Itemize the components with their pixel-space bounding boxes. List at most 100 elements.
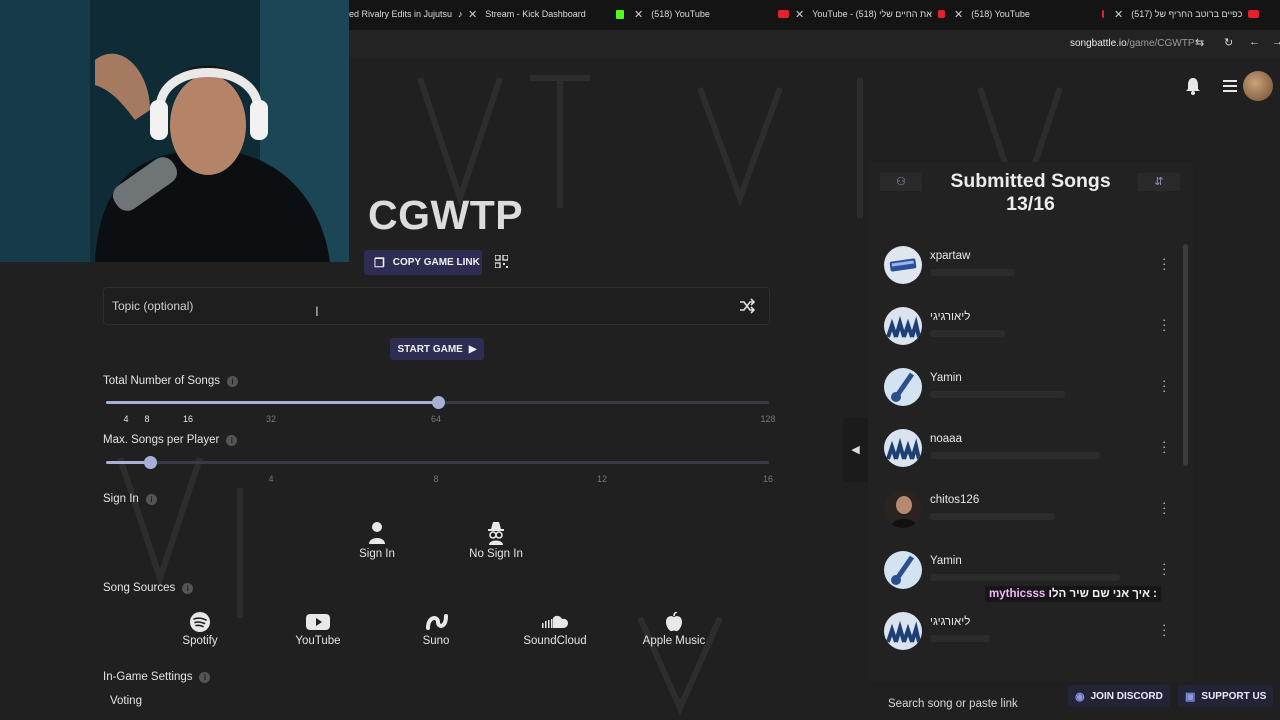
- youtube-icon: [1248, 10, 1260, 18]
- more-options-icon[interactable]: · · ·: [1162, 313, 1166, 336]
- user-avatar[interactable]: [1243, 71, 1273, 101]
- more-options-icon[interactable]: · · ·: [1162, 618, 1166, 641]
- avatar: [884, 246, 922, 284]
- play-icon: ▶: [468, 343, 477, 355]
- sign-in-label-text: Sign In: [103, 493, 139, 505]
- song-sources-label-text: Song Sources: [103, 582, 176, 594]
- more-options-icon[interactable]: · · ·: [1162, 557, 1166, 580]
- forward-icon[interactable]: →: [1272, 36, 1280, 48]
- max-songs-label: Max. Songs per Player i: [103, 434, 238, 446]
- source-spotify[interactable]: Spotify: [155, 612, 245, 647]
- tab-label: (518) YouTube: [651, 9, 710, 19]
- total-songs-slider[interactable]: [106, 396, 769, 409]
- close-icon[interactable]: ✕: [634, 8, 643, 21]
- chat-message: איך אני שם שיר הלו :: [1048, 588, 1157, 600]
- more-options-icon[interactable]: · · ·: [1162, 252, 1166, 275]
- more-options-icon[interactable]: · · ·: [1162, 435, 1166, 458]
- song-placeholder: [930, 269, 1015, 276]
- scrollbar[interactable]: [1183, 244, 1188, 466]
- shuffle-icon[interactable]: [739, 298, 755, 314]
- webcam-overlay: [0, 0, 349, 262]
- source-suno[interactable]: Suno: [391, 612, 481, 647]
- browser-tab[interactable]: ✕ (517) כפיים ברוטב החריף של: [1114, 0, 1280, 28]
- info-icon[interactable]: i: [145, 493, 157, 505]
- collapse-panel-button[interactable]: ◀: [843, 418, 868, 482]
- start-game-button[interactable]: START GAME ▶: [390, 338, 484, 360]
- tick-label[interactable]: 4: [268, 474, 273, 484]
- tick-label[interactable]: 12: [597, 474, 607, 484]
- slider-thumb[interactable]: [431, 396, 445, 409]
- bell-icon[interactable]: [1185, 77, 1201, 95]
- copy-icon: ❐: [374, 255, 385, 270]
- tick-label[interactable]: 16: [183, 414, 193, 424]
- close-icon[interactable]: ✕: [954, 8, 963, 21]
- slider-fill: [106, 401, 438, 404]
- option-label: YouTube: [295, 635, 341, 647]
- youtube-icon: [777, 10, 789, 18]
- chat-username: mythicsss: [989, 588, 1046, 600]
- info-icon[interactable]: i: [199, 671, 211, 683]
- search-song-input[interactable]: Search song or paste link: [888, 698, 1018, 710]
- username: chitos126: [930, 494, 980, 506]
- info-icon[interactable]: i: [182, 582, 194, 594]
- support-us-button[interactable]: ▣ SUPPORT US: [1178, 685, 1274, 707]
- url-text[interactable]: songbattle.io/game/CGWTP: [1070, 38, 1195, 49]
- tick-label[interactable]: 128: [760, 414, 775, 424]
- info-icon[interactable]: i: [226, 434, 238, 446]
- topic-input[interactable]: [103, 287, 770, 325]
- submitted-song-row[interactable]: ליאורגיגי · · ·: [882, 612, 1177, 668]
- close-icon[interactable]: ✕: [1114, 8, 1123, 21]
- browser-tab[interactable]: ✕ Stream - Kick Dashboard: [468, 0, 628, 28]
- username: ליאורגיגי: [930, 616, 971, 628]
- submitted-song-row[interactable]: chitos126 · · ·: [882, 490, 1177, 546]
- tick-label[interactable]: 32: [266, 414, 276, 424]
- more-options-icon[interactable]: · · ·: [1162, 496, 1166, 519]
- sign-in-option[interactable]: Sign In: [332, 521, 422, 560]
- more-options-icon[interactable]: · · ·: [1162, 374, 1166, 397]
- source-youtube[interactable]: YouTube: [273, 612, 363, 647]
- info-icon[interactable]: i: [226, 375, 238, 387]
- submitted-song-row[interactable]: xpartaw · · ·: [882, 246, 1177, 302]
- tick-label[interactable]: 8: [433, 474, 438, 484]
- copy-game-link-button[interactable]: ❐ COPY GAME LINK: [364, 250, 482, 275]
- browser-tab[interactable]: ✕ (518) YouTube: [954, 0, 1104, 28]
- qr-code-icon[interactable]: [495, 255, 508, 268]
- song-placeholder: [930, 635, 990, 642]
- back-icon[interactable]: ←: [1249, 36, 1260, 48]
- streamer-webcam-image: [0, 0, 349, 262]
- soundcloud-icon: [542, 615, 568, 628]
- submitted-song-row[interactable]: Yamin · · ·: [882, 368, 1177, 424]
- browser-tab[interactable]: ed Rivalry Edits in Jujutsu ♪: [349, 0, 467, 28]
- spotify-icon: [190, 612, 210, 632]
- avatar: [884, 368, 922, 406]
- topic-placeholder: Topic (optional): [112, 299, 194, 313]
- tick-label[interactable]: 64: [431, 414, 441, 424]
- tick-label[interactable]: 16: [763, 474, 773, 484]
- option-label: Sign In: [359, 548, 395, 560]
- tick-label[interactable]: 8: [144, 414, 149, 424]
- max-songs-slider[interactable]: [106, 456, 769, 469]
- join-discord-button[interactable]: ◉ JOIN DISCORD: [1068, 685, 1170, 707]
- tick-label[interactable]: 4: [123, 414, 128, 424]
- no-sign-in-option[interactable]: No Sign In: [451, 521, 541, 560]
- song-placeholder: [930, 452, 1100, 459]
- close-icon[interactable]: ✕: [795, 8, 804, 21]
- support-us-label: SUPPORT US: [1201, 690, 1267, 702]
- browser-tab[interactable]: ✕ YouTube - (518) את החיים שלי: [795, 0, 945, 28]
- option-label: SoundCloud: [523, 635, 587, 647]
- source-soundcloud[interactable]: SoundCloud: [510, 612, 600, 647]
- source-apple-music[interactable]: Apple Music: [629, 612, 719, 647]
- close-icon[interactable]: ✕: [468, 8, 477, 21]
- translate-icon[interactable]: ⇆: [1195, 36, 1204, 49]
- in-game-settings-label-text: In-Game Settings: [103, 671, 193, 683]
- reload-icon[interactable]: ↻: [1224, 36, 1233, 49]
- tiktok-icon: ♪: [458, 9, 463, 19]
- chevron-left-icon: ◀: [851, 444, 860, 456]
- menu-icon[interactable]: [1223, 79, 1237, 92]
- submitted-song-row[interactable]: noaaa · · ·: [882, 429, 1177, 485]
- start-game-label: START GAME: [397, 343, 463, 355]
- voting-label[interactable]: Voting: [110, 695, 142, 707]
- join-discord-label: JOIN DISCORD: [1090, 690, 1163, 702]
- browser-tab[interactable]: ✕ (518) YouTube: [634, 0, 789, 28]
- submitted-song-row[interactable]: ליאורגיגי · · ·: [882, 307, 1177, 363]
